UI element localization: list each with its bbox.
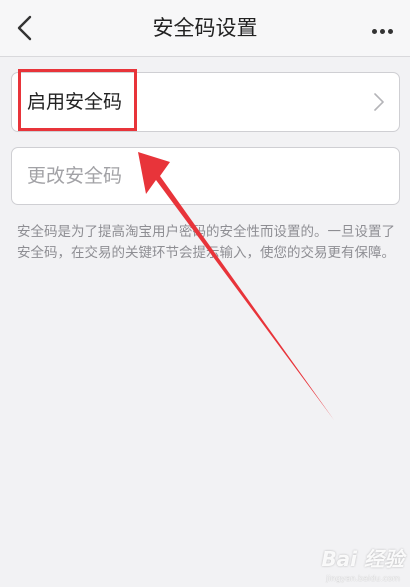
more-icon — [370, 19, 394, 38]
watermark-logo: Bai 经验 — [321, 547, 404, 571]
change-security-code-label: 更改安全码 — [27, 165, 123, 187]
watermark-url: jingyan.baidu.com — [326, 574, 400, 583]
enable-security-code-row[interactable]: 启用安全码 — [11, 72, 400, 132]
change-security-code-row[interactable]: 更改安全码 — [11, 147, 400, 205]
page-title: 安全码设置 — [152, 16, 258, 40]
chevron-right-icon — [374, 93, 384, 111]
watermark: Bai 经验 jingyan.baidu.com — [286, 543, 404, 583]
enable-security-code-label: 启用安全码 — [27, 91, 123, 113]
security-code-description: 安全码是为了提高淘宝用户密码的安全性而设置的。一旦设置了安全码，在交易的关键环节… — [17, 224, 395, 261]
navigation-bar: 安全码设置 — [0, 0, 410, 57]
more-button[interactable] — [362, 10, 402, 46]
